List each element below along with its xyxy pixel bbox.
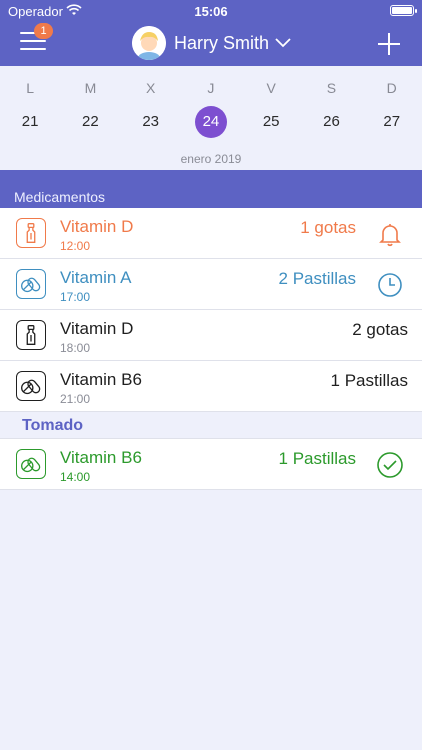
medication-dose: 1 gotas (300, 218, 356, 237)
day-cell[interactable]: 22 (60, 106, 120, 138)
dropper-icon (16, 218, 46, 248)
notification-badge: 1 (34, 23, 53, 39)
weekday-label: X (145, 80, 156, 96)
pills-icon (16, 269, 46, 299)
medication-time: 17:00 (60, 290, 91, 304)
medication-dose: 1 Pastillas (278, 449, 356, 468)
list-item[interactable]: Vitamin B6 14:00 1 Pastillas (0, 439, 422, 490)
list-item[interactable]: Vitamin D 12:00 1 gotas (0, 208, 422, 259)
status-bar: Operador 15:06 (0, 0, 422, 22)
taken-list: Vitamin B6 14:00 1 Pastillas (0, 438, 422, 490)
medication-time: 21:00 (60, 392, 91, 406)
weekday-label: L (26, 80, 35, 96)
profile-name: Harry Smith (174, 32, 270, 53)
status-time: 15:06 (194, 4, 228, 19)
day-number: 27 (383, 113, 401, 130)
list-item[interactable]: Vitamin D 18:00 2 gotas (0, 310, 422, 361)
day-number: 26 (323, 113, 340, 130)
add-button[interactable] (378, 33, 400, 55)
taken-section-header: Tomado (0, 412, 422, 438)
weekday-label: D (386, 80, 397, 96)
medication-name: Vitamin A (60, 268, 132, 287)
day-number: 25 (262, 113, 280, 130)
medication-name: Vitamin B6 (60, 370, 142, 389)
list-item[interactable]: Vitamin B6 21:00 1 Pastillas (0, 361, 422, 412)
weekday-label: J (207, 80, 215, 96)
header-bar: Operador 15:06 1 Harry Smith (0, 0, 422, 66)
week-calendar: L M X J V S D 21 22 23 24 25 26 27 enero… (0, 66, 422, 170)
pills-icon (16, 449, 46, 479)
medication-time: 14:00 (60, 470, 91, 484)
profile-selector[interactable]: Harry Smith (132, 26, 291, 60)
day-number: 22 (82, 113, 99, 130)
medication-time: 18:00 (60, 341, 91, 355)
section-header: Medicamentos (0, 170, 422, 208)
day-cell[interactable]: 26 (301, 106, 361, 138)
medication-dose: 1 Pastillas (330, 371, 408, 390)
day-cell[interactable]: 27 (362, 106, 422, 138)
battery-icon (390, 5, 417, 16)
medication-name: Vitamin B6 (60, 448, 142, 467)
medication-dose: 2 Pastillas (278, 269, 356, 288)
chevron-down-icon (275, 38, 291, 48)
weekday-label: S (326, 80, 337, 96)
pills-icon (16, 371, 46, 401)
medication-list: Vitamin D 12:00 1 gotas Vitamin A 17:00 … (0, 208, 422, 412)
medication-name: Vitamin D (60, 217, 134, 236)
medication-dose: 2 gotas (352, 320, 408, 339)
medication-time: 12:00 (60, 239, 91, 253)
clock-icon[interactable] (376, 271, 404, 299)
day-number: 21 (21, 113, 39, 130)
list-item[interactable]: Vitamin A 17:00 2 Pastillas (0, 259, 422, 310)
day-cell[interactable]: 23 (121, 106, 181, 138)
month-label: enero 2019 (180, 152, 242, 166)
avatar (132, 26, 166, 60)
check-circle-icon[interactable] (376, 451, 404, 479)
bell-icon[interactable] (376, 220, 404, 248)
day-cell[interactable]: 25 (241, 106, 301, 138)
weekday-row: L M X J V S D (0, 80, 422, 96)
weekday-label: M (84, 80, 97, 96)
dropper-icon (16, 320, 46, 350)
day-number: 23 (142, 113, 159, 130)
day-number: 24 (194, 106, 227, 138)
day-row: 21 22 23 24 25 26 27 (0, 106, 422, 138)
medication-name: Vitamin D (60, 319, 134, 338)
weekday-label: V (266, 80, 276, 96)
day-cell-selected[interactable]: 24 (181, 106, 241, 138)
day-cell[interactable]: 21 (0, 106, 60, 138)
